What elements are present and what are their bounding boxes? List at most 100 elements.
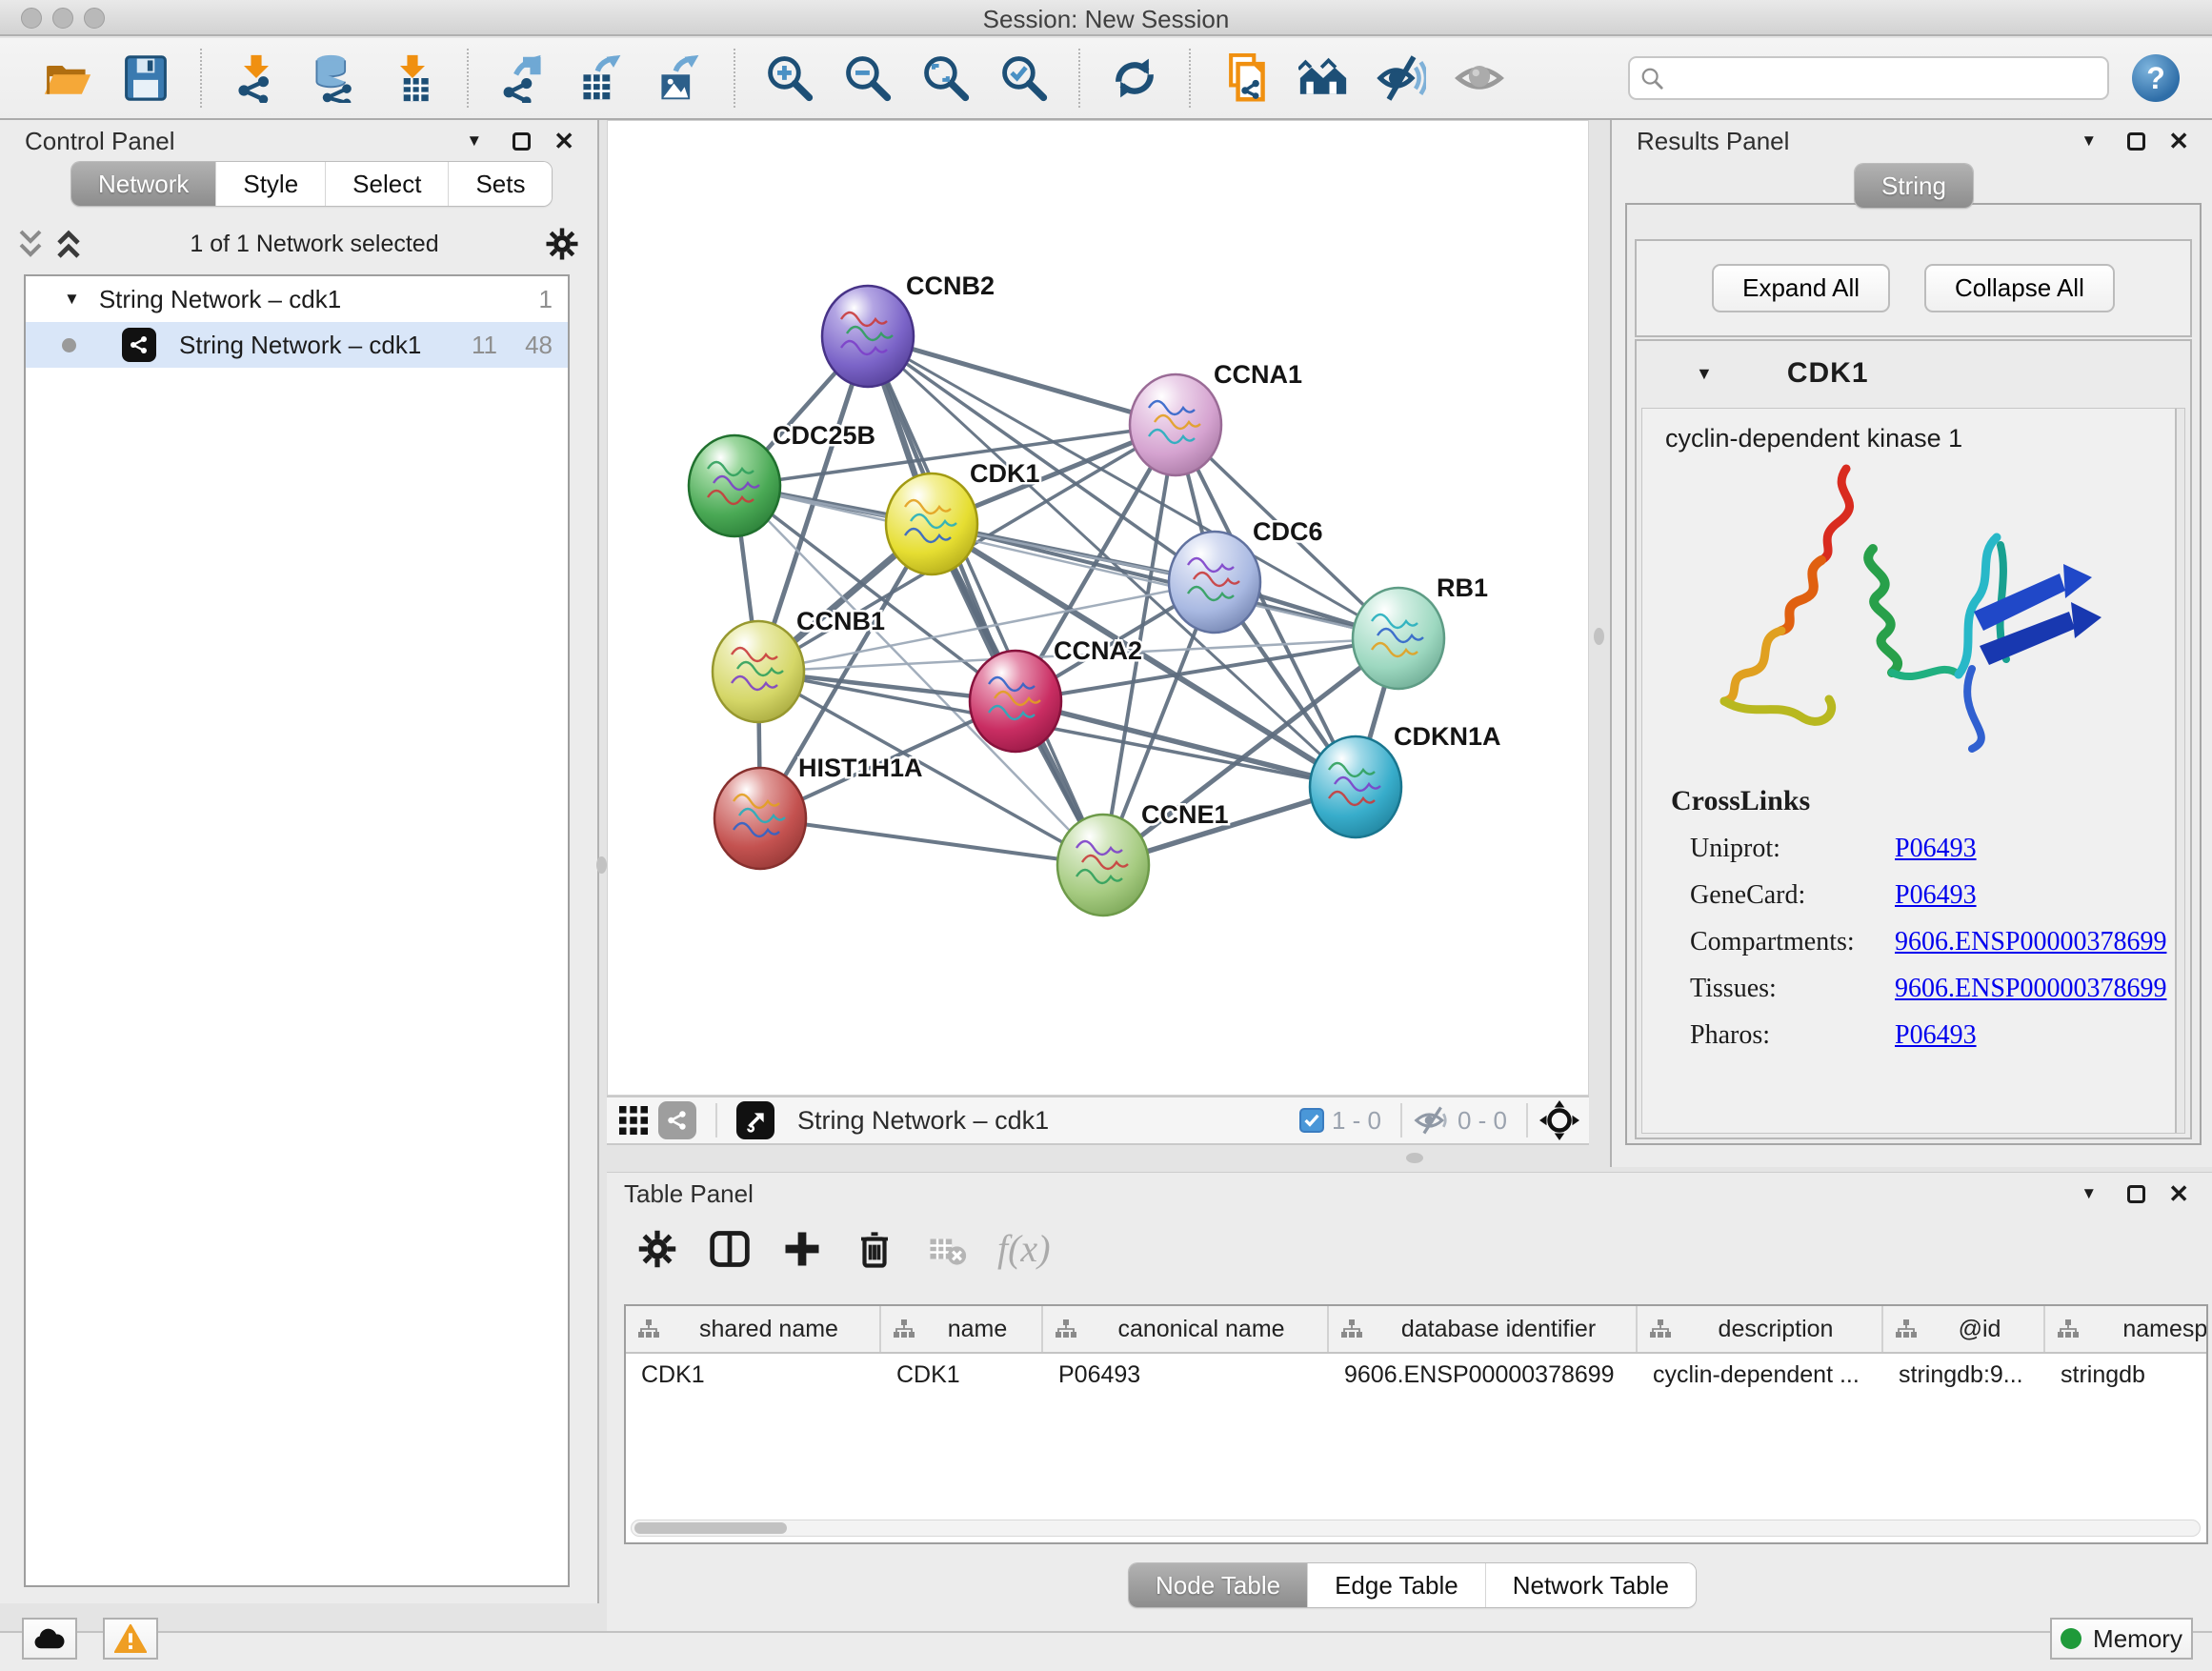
show-all-panels-icon[interactable] [1297,51,1350,105]
table-tabs: Node Table Edge Table Network Table [1129,1563,1696,1607]
node-CCNB1[interactable]: CCNB1 [713,607,885,722]
table-cell[interactable]: P06493 [1043,1354,1329,1398]
panel-menu-icon[interactable]: ▼ [2081,131,2097,151]
bottom-splitter-handle[interactable] [1406,1153,1423,1163]
node-CCNA1[interactable]: CCNA1 [1130,360,1302,475]
tab-string[interactable]: String [1855,164,1973,208]
panel-menu-icon[interactable]: ▼ [466,131,482,151]
crosslink-link[interactable]: P06493 [1895,880,1977,911]
table-horizontal-scrollbar[interactable] [631,1520,2201,1537]
crosslink-link[interactable]: 9606.ENSP00000378699 [1895,927,2166,957]
control-panel-tabs: Network Style Select Sets [71,162,552,206]
cloud-button[interactable] [22,1618,77,1660]
collapse-all-icon[interactable] [17,228,46,260]
table-cell[interactable]: 9606.ENSP00000378699 [1329,1354,1638,1398]
search-input[interactable] [1672,65,2098,91]
export-table-icon[interactable] [574,51,628,105]
import-network-icon[interactable] [230,51,283,105]
crosslink-link[interactable]: P06493 [1895,834,1977,864]
tab-style[interactable]: Style [215,162,325,206]
node-label-CCNB1: CCNB1 [796,607,885,635]
pan-tool-icon[interactable] [1539,1100,1579,1140]
network-graph[interactable]: CCNB2CCNA1CDC25BCDK1CDC6RB1CCNB1CCNA2CDK… [608,121,1588,1095]
delete-column-icon[interactable] [853,1227,896,1271]
panel-float-icon[interactable] [2127,1185,2145,1203]
string-app-icon [122,328,156,362]
network-row[interactable]: String Network – cdk1 11 48 [26,322,568,368]
collapse-all-button[interactable]: Collapse All [1924,264,2115,312]
column-header-namespace[interactable]: namespace [2045,1306,2208,1352]
open-file-icon[interactable] [41,51,94,105]
string-view-icon[interactable] [658,1101,696,1139]
collection-expander-icon[interactable]: ▼ [64,290,80,309]
column-header-sharedname[interactable]: shared name [626,1306,881,1352]
save-session-icon[interactable] [119,51,172,105]
results-scrollbar[interactable] [2175,409,2184,1133]
edge-CCNB2-CCNE1[interactable] [868,336,1103,865]
network-view[interactable]: CCNB2CCNA1CDC25BCDK1CDC6RB1CCNB1CCNA2CDK… [607,120,1589,1096]
panel-float-icon[interactable] [2127,132,2145,151]
show-columns-icon[interactable] [708,1227,752,1271]
panel-close-icon[interactable]: ✕ [2168,127,2189,156]
duplicate-network-icon[interactable] [1218,51,1272,105]
node-CDK1[interactable]: CDK1 [886,459,1040,574]
panel-close-icon[interactable]: ✕ [553,127,574,156]
birds-eye-view-icon[interactable] [736,1101,774,1139]
panel-menu-icon[interactable]: ▼ [2081,1184,2097,1203]
tab-node-table[interactable]: Node Table [1129,1563,1307,1607]
table-cell[interactable]: stringdb [2045,1354,2208,1398]
export-network-icon[interactable] [496,51,550,105]
zoom-out-icon[interactable] [841,51,895,105]
edge-HIST1H1A-CCNE1[interactable] [760,818,1103,865]
node-CDKN1A[interactable]: CDKN1A [1310,722,1501,837]
tab-edge-table[interactable]: Edge Table [1307,1563,1485,1607]
table-cell[interactable]: CDK1 [626,1354,881,1398]
right-splitter-handle[interactable] [1594,628,1604,645]
shown-state-icon[interactable] [1453,51,1506,105]
column-header-id[interactable]: @id [1883,1306,2045,1352]
tab-network[interactable]: Network [71,162,215,206]
create-column-icon[interactable] [780,1227,824,1271]
selected-indicator-checkbox[interactable] [1299,1108,1324,1133]
zoom-selected-icon[interactable] [997,51,1051,105]
table-row[interactable]: CDK1CDK1P064939606.ENSP00000378699cyclin… [626,1354,2206,1398]
scrollbar-thumb[interactable] [634,1522,787,1534]
column-header-databaseidentifier[interactable]: database identifier [1329,1306,1638,1352]
expand-all-icon[interactable] [55,228,84,260]
column-header-canonicalname[interactable]: canonical name [1043,1306,1329,1352]
node-CCNB2[interactable]: CCNB2 [822,272,995,387]
zoom-fit-icon[interactable] [919,51,973,105]
crosslink-link[interactable]: P06493 [1895,1020,1977,1051]
memory-button[interactable]: Memory [2050,1618,2193,1660]
column-header-name[interactable]: name [881,1306,1043,1352]
zoom-in-icon[interactable] [763,51,816,105]
table-cell[interactable]: CDK1 [881,1354,1043,1398]
tab-sets[interactable]: Sets [448,162,552,206]
panel-float-icon[interactable] [513,132,531,151]
import-database-icon[interactable] [308,51,361,105]
node-RB1[interactable]: RB1 [1353,574,1488,689]
gene-expander-icon[interactable]: ▼ [1696,364,1713,384]
tab-network-table[interactable]: Network Table [1485,1563,1696,1607]
refresh-icon[interactable] [1108,51,1161,105]
import-table-icon[interactable] [386,51,439,105]
node-label-CCNB2: CCNB2 [906,272,995,300]
grid-mode-icon[interactable] [616,1103,651,1137]
node-HIST1H1A[interactable]: HIST1H1A [714,754,923,869]
panel-close-icon[interactable]: ✕ [2168,1179,2189,1209]
gear-icon[interactable] [545,227,579,261]
tab-select[interactable]: Select [325,162,448,206]
left-splitter-handle[interactable] [596,856,607,874]
table-cell[interactable]: stringdb:9... [1883,1354,2045,1398]
crosslink-link[interactable]: 9606.ENSP00000378699 [1895,974,2166,1004]
network-collection-row[interactable]: ▼ String Network – cdk1 1 [26,276,568,322]
gene-section-header[interactable]: ▼ CDK1 [1637,341,2190,406]
column-header-description[interactable]: description [1638,1306,1883,1352]
hide-displayed-icon[interactable] [1375,51,1428,105]
warnings-button[interactable] [103,1618,158,1660]
help-icon[interactable]: ? [2132,54,2180,102]
table-settings-gear-icon[interactable] [635,1227,679,1271]
table-cell[interactable]: cyclin-dependent ... [1638,1354,1883,1398]
expand-all-button[interactable]: Expand All [1712,264,1890,312]
export-image-icon[interactable] [653,51,706,105]
